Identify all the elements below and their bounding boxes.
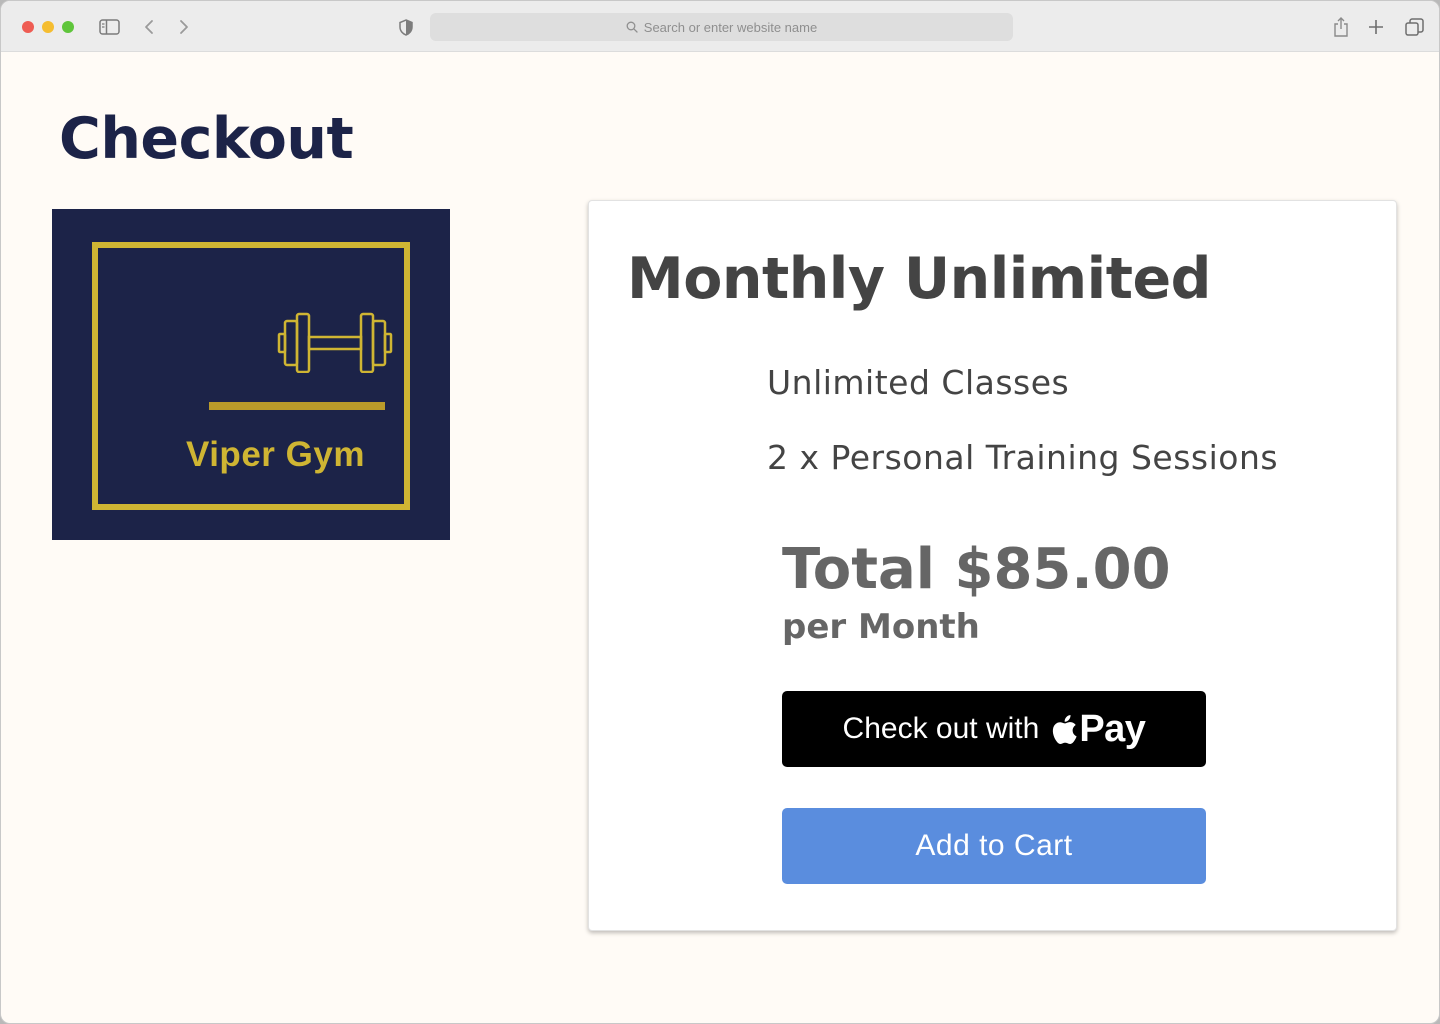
- share-icon[interactable]: [1332, 15, 1350, 39]
- tab-overview-icon[interactable]: [1404, 15, 1424, 39]
- plan-period: per Month: [782, 607, 980, 647]
- apple-logo-icon: [1051, 714, 1077, 745]
- plan-card: Monthly Unlimited Unlimited Classes 2 x …: [588, 200, 1397, 931]
- apple-pay-word: Pay: [1079, 707, 1146, 750]
- browser-window: Search or enter website name Checkout Vi…: [0, 0, 1440, 1024]
- privacy-shield-icon[interactable]: [398, 15, 414, 39]
- logo-text: Viper Gym: [186, 435, 365, 474]
- search-icon: [626, 18, 638, 37]
- gym-logo: Viper Gym: [52, 209, 450, 540]
- plan-name: Monthly Unlimited: [627, 246, 1211, 312]
- back-icon[interactable]: [142, 15, 156, 39]
- page-title: Checkout: [59, 106, 354, 172]
- address-bar[interactable]: Search or enter website name: [430, 13, 1013, 41]
- logo-divider: [209, 402, 385, 410]
- new-tab-icon[interactable]: [1367, 15, 1385, 39]
- close-window-button[interactable]: [22, 21, 34, 33]
- zoom-window-button[interactable]: [62, 21, 74, 33]
- dumbbell-icon: [277, 311, 395, 377]
- apple-pay-button[interactable]: Check out with Pay: [782, 691, 1206, 767]
- address-placeholder: Search or enter website name: [643, 19, 818, 35]
- forward-icon[interactable]: [177, 15, 191, 39]
- sidebar-icon[interactable]: [98, 15, 120, 39]
- apple-pay-label: Check out with: [842, 712, 1040, 745]
- plan-feature: 2 x Personal Training Sessions: [767, 438, 1279, 477]
- plan-feature: Unlimited Classes: [767, 363, 1070, 402]
- browser-toolbar: Search or enter website name: [1, 1, 1439, 52]
- minimize-window-button[interactable]: [42, 21, 54, 33]
- add-to-cart-button[interactable]: Add to Cart: [782, 808, 1206, 884]
- plan-total: Total $85.00: [782, 537, 1171, 602]
